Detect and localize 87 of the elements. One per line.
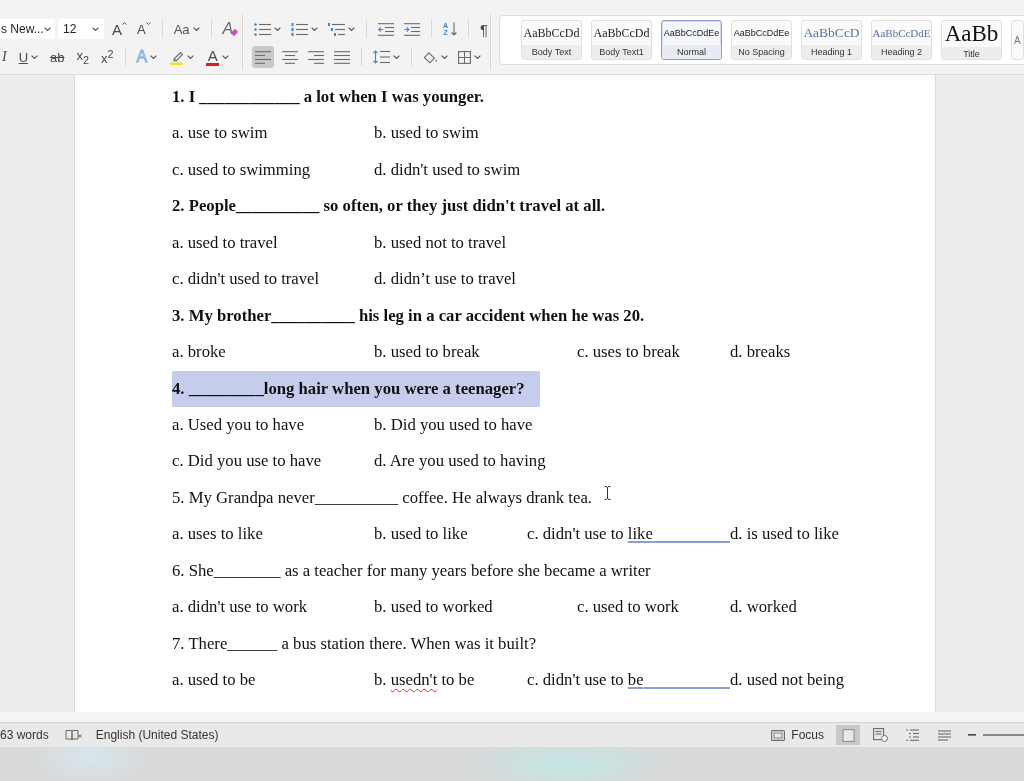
question-text: 2. People__________ so often, or they just didn't travel at all. — [172, 195, 606, 218]
font-name-field[interactable]: s New... — [0, 19, 55, 39]
answer-option: a. Used you to have — [172, 406, 305, 444]
page-globe-icon — [872, 728, 888, 742]
answer-option: d. didn't used to swim — [374, 151, 521, 189]
italic-button[interactable]: I — [0, 47, 9, 67]
outline-list-icon — [905, 729, 919, 741]
book-cross-icon — [64, 729, 82, 741]
font-size-field[interactable]: 12 — [58, 19, 104, 39]
style-option[interactable]: AaBb Title — [941, 20, 1002, 60]
answer-option: a. uses to like — [172, 516, 263, 553]
answer-option: c. didn't use to be — [527, 662, 730, 699]
increase-indent-icon — [404, 22, 420, 36]
print-layout-button[interactable] — [836, 725, 860, 745]
answer-option: d. is used to like — [730, 516, 839, 553]
align-center-icon — [282, 50, 298, 64]
answer-option: b. used to like — [374, 516, 468, 553]
decrease-indent-icon — [378, 22, 394, 36]
answer-option: b. usedn't to be — [374, 662, 475, 699]
shrink-font-button[interactable]: A — [135, 19, 153, 39]
show-formatting-button[interactable]: ¶ — [478, 19, 491, 39]
clear-formatting-button[interactable]: A — [220, 19, 242, 39]
underline-button[interactable]: U — [16, 47, 41, 67]
eraser-icon — [230, 28, 240, 37]
answer-option: a. used to be — [172, 662, 256, 699]
style-option[interactable]: AaBbCcDd Body Text1 — [591, 20, 652, 60]
align-left-button[interactable] — [252, 46, 274, 68]
border-grid-icon — [458, 50, 471, 64]
question-text: 6. She________ as a teacher for many years before she became a writer — [172, 559, 651, 582]
answer-option: c. used to work — [577, 589, 679, 626]
up-caret-icon — [122, 22, 127, 25]
question-text: 5. My Grandpa never__________ coffee. He always drank tea. — [172, 486, 592, 509]
answer-option: a. use to swim — [172, 115, 268, 152]
answer-option: c. uses to break — [577, 334, 680, 371]
answer-option: c. used to swimming — [172, 151, 311, 189]
focus-frame-icon — [771, 729, 786, 741]
language-label[interactable]: English (United States) — [95, 728, 219, 742]
numbered-list-icon — [291, 22, 308, 36]
focus-button[interactable]: Focus — [769, 725, 826, 745]
answer-option: d. used not being — [730, 662, 845, 699]
change-case-button[interactable]: Aa — [171, 19, 202, 39]
answer-option: d. didn’t use to travel — [374, 261, 516, 298]
answer-option: a. didn't use to work — [172, 589, 308, 626]
highlighter-pen-icon — [169, 49, 185, 65]
answer-option: d. worked — [730, 589, 797, 626]
question-text: 7. There______ a bus station there. When was it built? — [172, 632, 537, 655]
answer-option: b. used to break — [374, 334, 480, 371]
answer-option: a. broke — [172, 334, 226, 371]
superscript-button[interactable]: x$^{2}$ — [99, 47, 116, 67]
line-spacing-button[interactable] — [371, 47, 402, 67]
down-arrow-icon — [451, 22, 458, 36]
answer-option: c. didn't used to travel — [172, 261, 320, 298]
align-left-icon — [255, 50, 271, 64]
text-lines-icon — [937, 729, 951, 741]
multilevel-list-icon — [328, 22, 345, 36]
question-text: 3. My brother__________ his leg in a car accident when he was 20. — [172, 304, 645, 327]
paint-bucket-icon — [423, 50, 438, 64]
bulleted-list-icon — [254, 22, 271, 36]
style-option[interactable]: AaBbCcD Heading 1 — [801, 20, 862, 60]
justify-icon — [334, 50, 350, 64]
question-text: 4. _________long hair when you were a teenager? — [172, 370, 540, 407]
line-spacing-icon — [373, 50, 390, 64]
answer-option: d. Are you used to having — [374, 443, 546, 480]
answer-option: b. used to worked — [374, 589, 493, 626]
grow-font-button[interactable]: A — [110, 19, 129, 39]
page-icon — [841, 728, 855, 742]
text-cursor-icon — [604, 486, 611, 500]
word-count: 63 words — [0, 728, 49, 742]
strikethrough-button[interactable]: ab — [48, 47, 67, 67]
question-text: 1. I ____________ a lot when I was younger. — [172, 86, 484, 108]
answer-option: a. used to travel — [172, 224, 278, 262]
style-option[interactable]: AaBbCcDdEe No Spacing — [731, 20, 792, 60]
style-option[interactable]: AaBbCcDdE Heading 2 — [871, 20, 932, 60]
style-option[interactable]: AaBbCcDdEe Normal — [661, 20, 722, 60]
answer-option: b. Did you used to have — [374, 406, 533, 444]
subscript-button[interactable]: x$_{2}$ — [74, 47, 92, 67]
style-option[interactable]: AaBbCcDd Body Text — [521, 20, 582, 60]
answer-option: c. didn't use to like — [527, 516, 730, 553]
down-caret-icon — [145, 22, 151, 25]
font-color-button[interactable]: A — [204, 47, 232, 67]
answer-option: b. used not to travel — [374, 224, 507, 262]
answer-option: c. Did you use to have — [172, 443, 322, 480]
align-right-icon — [308, 50, 324, 64]
answer-option: d. breaks — [730, 334, 791, 371]
style-option[interactable]: A — [1011, 20, 1024, 60]
color-bar-icon — [206, 62, 220, 66]
answer-option: b. used to swim — [374, 115, 479, 152]
